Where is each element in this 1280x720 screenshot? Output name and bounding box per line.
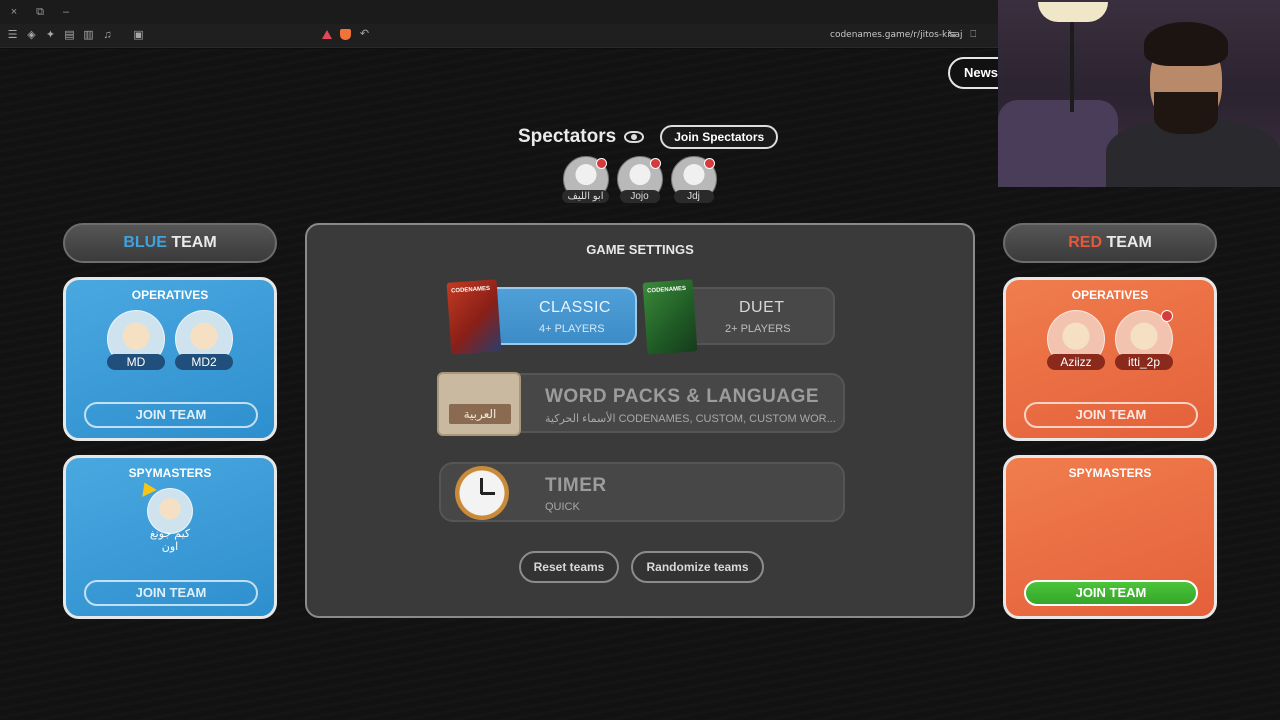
player-avatar[interactable]: Aziizz (1045, 310, 1107, 370)
mode-name: CLASSIC (539, 299, 611, 316)
minimize-window-icon[interactable]: – (60, 6, 72, 18)
undo-icon[interactable]: ↶ (359, 29, 370, 40)
language-card: العربية (437, 372, 521, 436)
spectator-avatar[interactable]: ابو الليف (562, 156, 609, 203)
timer-value: QUICK (545, 501, 580, 513)
tabs-icon[interactable]: ▣ (133, 30, 144, 41)
red-operatives-card: OPERATIVES Aziizz itti_2p JOIN TEAM (1003, 277, 1217, 441)
music-icon[interactable]: ♫ (102, 30, 113, 41)
mode-name: DUET (739, 299, 785, 316)
spectator-avatar[interactable]: Jojo (616, 156, 663, 203)
red-team-color-word: RED (1068, 234, 1102, 251)
duet-box-text: CODENAMES (646, 285, 687, 295)
language-label: العربية (449, 404, 511, 424)
blue-team-header: BLUE TEAM (63, 223, 277, 263)
classic-box-art: CODENAMES (446, 279, 502, 355)
player-name: Aziizz (1047, 354, 1105, 370)
sidebar-icon[interactable]: ▥ (83, 30, 94, 41)
player-name: كيم جونغ اون (149, 528, 191, 553)
blue-operatives-title: OPERATIVES (131, 288, 209, 302)
blue-operatives-join-button[interactable]: JOIN TEAM (84, 402, 258, 428)
red-spymasters-card: SPYMASTERS JOIN TEAM (1003, 455, 1217, 619)
offline-badge-icon (650, 158, 661, 169)
player-name: itti_2p (1115, 354, 1173, 370)
spectator-avatar[interactable]: Jdj (670, 156, 717, 203)
player-avatar[interactable]: كيم جونغ اون (135, 479, 205, 554)
blue-team-title-rest: TEAM (166, 234, 217, 251)
brave-shields-icon[interactable] (340, 29, 351, 40)
lamp-pole-shape (1070, 22, 1074, 112)
mode-players: 4+ PLAYERS (539, 323, 605, 335)
offline-badge-icon (1161, 310, 1173, 322)
duet-box-art: CODENAMES (642, 279, 698, 355)
player-avatar[interactable]: itti_2p (1113, 310, 1175, 370)
bookmark-icon[interactable]: ⎕ (970, 29, 976, 40)
game-settings-panel: GAME SETTINGS CODENAMES CLASSIC 4+ PLAYE… (305, 223, 975, 618)
person-hair-shape (1144, 22, 1228, 66)
mode-classic-button[interactable]: CODENAMES CLASSIC 4+ PLAYERS (446, 279, 637, 355)
red-spymasters-join-button[interactable]: JOIN TEAM (1024, 580, 1198, 606)
word-packs-button[interactable]: العربية WORD PACKS & LANGUAGE الأسماء ال… (437, 372, 845, 436)
timer-button[interactable]: TIMER QUICK (439, 462, 845, 522)
close-window-icon[interactable]: × (8, 6, 20, 18)
spectators-header: Spectators Join Spectators (518, 125, 779, 149)
translate-icon[interactable]: ⇆ (948, 29, 956, 40)
shield-icon[interactable]: ◈ (26, 30, 37, 41)
spectator-name: Jojo (619, 190, 660, 203)
restore-window-icon[interactable]: ⧉ (34, 6, 46, 18)
red-operatives-title: OPERATIVES (1071, 288, 1149, 302)
red-team-header: RED TEAM (1003, 223, 1217, 263)
person-beard-shape (1154, 92, 1218, 134)
blue-spymasters-title: SPYMASTERS (128, 466, 212, 480)
wallet-icon[interactable]: ▤ (64, 30, 75, 41)
brave-rewards-icon[interactable] (322, 30, 332, 39)
address-bar[interactable]: codenames.game/r/jitos-kisaj (830, 30, 962, 40)
blue-spymasters-card: SPYMASTERS كيم جونغ اون JOIN TEAM (63, 455, 277, 619)
reset-teams-button[interactable]: Reset teams (519, 551, 619, 583)
blue-spymasters-join-button[interactable]: JOIN TEAM (84, 580, 258, 606)
player-avatar[interactable]: MD2 (173, 310, 235, 370)
offline-badge-icon (704, 158, 715, 169)
red-team-title-rest: TEAM (1102, 234, 1152, 251)
couch-shape (998, 100, 1118, 187)
mode-players: 2+ PLAYERS (725, 323, 791, 335)
blue-team-color-word: BLUE (123, 234, 167, 251)
game-settings-title: GAME SETTINGS (586, 242, 694, 257)
eye-icon[interactable] (624, 131, 645, 143)
player-name: MD (107, 354, 165, 370)
lamp-shape (1038, 2, 1108, 22)
word-packs-title: WORD PACKS & LANGUAGE (545, 386, 820, 407)
webcam-overlay (998, 0, 1280, 187)
classic-box-text: CODENAMES (450, 285, 491, 295)
red-operatives-join-button[interactable]: JOIN TEAM (1024, 402, 1198, 428)
word-packs-summary: الأسماء الحركية CODENAMES, CUSTOM, CUSTO… (545, 413, 836, 425)
red-spymasters-title: SPYMASTERS (1068, 466, 1152, 480)
spectator-name: Jdj (673, 190, 714, 203)
spectator-list: ابو الليف Jojo Jdj (562, 156, 717, 203)
offline-badge-icon (596, 158, 607, 169)
join-spectators-button[interactable]: Join Spectators (660, 125, 779, 149)
menu-icon[interactable]: ☰ (7, 30, 18, 41)
stopwatch-icon (455, 466, 509, 520)
pin-icon[interactable]: ✦ (45, 30, 56, 41)
spectators-title: Spectators (518, 126, 617, 147)
player-avatar[interactable]: MD (105, 310, 167, 370)
mode-duet-button[interactable]: CODENAMES DUET 2+ PLAYERS (642, 279, 835, 355)
player-name: MD2 (175, 354, 233, 370)
randomize-teams-button[interactable]: Randomize teams (631, 551, 764, 583)
spectator-name: ابو الليف (562, 190, 609, 203)
blue-operatives-card: OPERATIVES MD MD2 JOIN TEAM (63, 277, 277, 441)
timer-title: TIMER (545, 475, 607, 496)
